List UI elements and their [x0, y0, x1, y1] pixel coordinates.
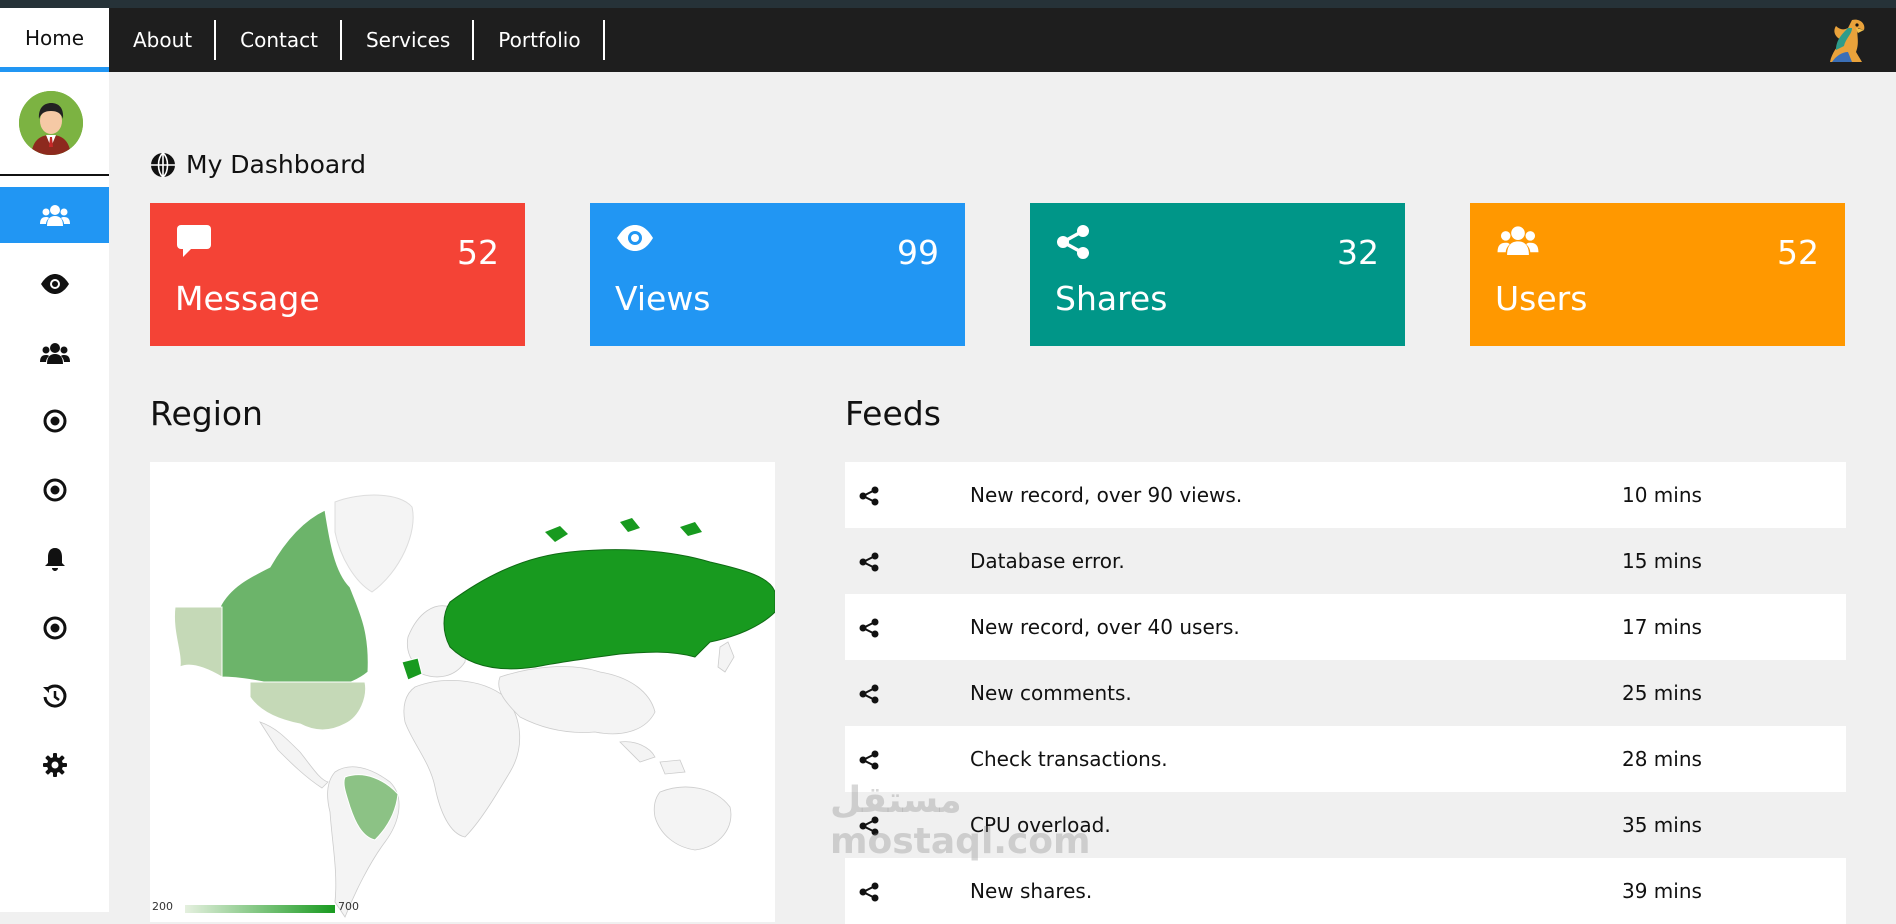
share-icon: [859, 684, 879, 704]
feed-text: New record, over 90 views.: [970, 483, 1243, 507]
users-icon: [39, 205, 70, 226]
feeds-table: New record, over 90 views. 10 mins Datab…: [845, 462, 1846, 924]
sidebar-item-users[interactable]: [0, 325, 109, 381]
share-icon: [859, 882, 879, 902]
stat-value: 99: [897, 233, 939, 272]
sidebar-item-views[interactable]: [0, 256, 109, 312]
bell-icon: [44, 548, 65, 571]
sidebar-item-target-1[interactable]: [0, 393, 109, 449]
eagle-logo-icon[interactable]: [1822, 16, 1868, 64]
stat-label: Views: [615, 279, 711, 318]
users-icon: [39, 343, 70, 364]
world-map: [173, 494, 775, 918]
stat-card-users[interactable]: 52 Users: [1470, 203, 1845, 346]
share-icon: [859, 618, 879, 638]
feed-time: 17 mins: [1622, 615, 1702, 639]
sidebar-item-history[interactable]: [0, 668, 109, 724]
share-icon: [859, 486, 879, 506]
page-title-text: My Dashboard: [186, 150, 366, 179]
sidebar-item-settings[interactable]: [0, 737, 109, 793]
eye-icon: [617, 225, 653, 251]
nav-portfolio-label: Portfolio: [498, 28, 581, 52]
feed-text: New record, over 40 users.: [970, 615, 1240, 639]
sidebar-item-users-active[interactable]: [0, 187, 109, 243]
feed-time: 10 mins: [1622, 483, 1702, 507]
table-row[interactable]: New shares. 39 mins: [845, 858, 1846, 924]
feed-time: 28 mins: [1622, 747, 1702, 771]
user-avatar-icon: [19, 91, 83, 155]
feed-time: 39 mins: [1622, 879, 1702, 903]
comment-icon: [177, 225, 211, 257]
eye-icon: [40, 274, 69, 294]
share-icon: [859, 816, 879, 836]
globe-icon: [151, 151, 175, 178]
share-icon: [859, 750, 879, 770]
nav-contact[interactable]: Contact: [216, 8, 342, 72]
nav-portfolio[interactable]: Portfolio: [474, 8, 605, 72]
users-icon: [1497, 226, 1539, 255]
nav-home-label: Home: [24, 25, 85, 50]
nav-contact-label: Contact: [240, 28, 318, 52]
feed-text: Database error.: [970, 549, 1125, 573]
table-row[interactable]: Database error. 15 mins: [845, 528, 1846, 594]
stat-value: 52: [1777, 233, 1819, 272]
feed-time: 25 mins: [1622, 681, 1702, 705]
share-icon: [1057, 225, 1089, 259]
share-icon: [859, 552, 879, 572]
feed-text: New shares.: [970, 879, 1093, 903]
feed-text: New comments.: [970, 681, 1132, 705]
stat-card-views[interactable]: 99 Views: [590, 203, 965, 346]
window-top-strip: [0, 0, 1896, 8]
feed-time: 15 mins: [1622, 549, 1702, 573]
nav-about[interactable]: About: [109, 8, 217, 72]
stat-label: Shares: [1055, 279, 1168, 318]
bullseye-icon: [43, 616, 66, 640]
map-legend-max: 700: [338, 900, 359, 913]
gear-icon: [42, 753, 67, 777]
avatar[interactable]: [19, 91, 83, 155]
region-map[interactable]: 200 700: [150, 462, 775, 922]
stat-value: 32: [1337, 233, 1379, 272]
sidebar-item-target-3[interactable]: [0, 600, 109, 656]
sidebar-profile: [0, 72, 109, 176]
nav-home[interactable]: Home: [0, 8, 109, 72]
stat-card-shares[interactable]: 32 Shares: [1030, 203, 1405, 346]
table-row[interactable]: New comments. 25 mins: [845, 660, 1846, 726]
sidebar-item-notifications[interactable]: [0, 531, 109, 587]
feed-time: 35 mins: [1622, 813, 1702, 837]
feeds-title: Feeds: [845, 394, 941, 433]
table-row[interactable]: New record, over 40 users. 17 mins: [845, 594, 1846, 660]
stat-card-message[interactable]: 52 Message: [150, 203, 525, 346]
nav-about-label: About: [133, 28, 193, 52]
top-navigation-bar: Home About Contact Services Portfolio: [0, 8, 1896, 72]
feed-text: CPU overload.: [970, 813, 1111, 837]
table-row[interactable]: Check transactions. 28 mins: [845, 726, 1846, 792]
table-row[interactable]: CPU overload. 35 mins: [845, 792, 1846, 858]
history-icon: [42, 684, 66, 708]
map-legend-min: 200: [152, 900, 173, 913]
table-row[interactable]: New record, over 90 views. 10 mins: [845, 462, 1846, 528]
nav-services-label: Services: [365, 28, 451, 52]
nav-services[interactable]: Services: [342, 8, 475, 72]
stat-label: Message: [175, 279, 320, 318]
bullseye-icon: [43, 478, 66, 502]
stat-value: 52: [457, 233, 499, 272]
feed-text: Check transactions.: [970, 747, 1168, 771]
sidebar-item-target-2[interactable]: [0, 462, 109, 518]
stat-label: Users: [1495, 279, 1588, 318]
page-title: My Dashboard: [150, 150, 366, 179]
sidebar: [0, 72, 109, 912]
region-title: Region: [150, 394, 263, 433]
bullseye-icon: [43, 409, 66, 433]
